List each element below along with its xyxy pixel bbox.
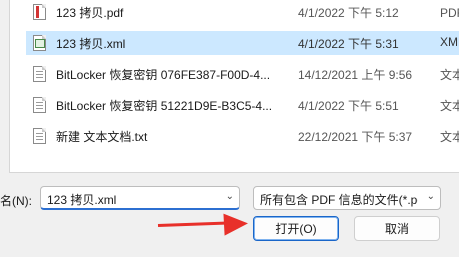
xml-file-icon	[33, 35, 46, 51]
file-row-bitlocker-2[interactable]: BitLocker 恢复密钥 51221D9E-B3C5-4... 4/1/20…	[26, 93, 459, 117]
file-type: XML	[440, 35, 459, 49]
chevron-down-icon[interactable]: ⌄	[427, 191, 435, 202]
file-name: BitLocker 恢复密钥 076FE387-F00D-4...	[56, 68, 271, 82]
file-name: BitLocker 恢复密钥 51221D9E-B3C5-4...	[56, 99, 273, 113]
file-type: PDF 文	[440, 6, 459, 20]
filename-value: 123 拷贝.xml	[47, 193, 117, 207]
filter-value: 所有包含 PDF 信息的文件(*.pd	[260, 193, 418, 207]
file-date: 14/12/2021 上午 9:56	[298, 68, 413, 82]
file-type: 文本文	[440, 68, 459, 82]
file-row-bitlocker-1[interactable]: BitLocker 恢复密钥 076FE387-F00D-4... 14/12/…	[26, 62, 459, 86]
file-date: 22/12/2021 下午 5:37	[298, 130, 413, 144]
file-name: 123 拷贝.xml	[56, 37, 126, 51]
file-type: 文本文	[440, 99, 459, 113]
text-file-icon	[33, 66, 46, 82]
file-name: 新建 文本文档.txt	[56, 130, 148, 144]
filename-input[interactable]: 123 拷贝.xml ⌄	[40, 186, 240, 210]
file-type: 文本文	[440, 130, 459, 144]
annotation-arrow-icon	[157, 221, 229, 227]
file-list[interactable]: 123 拷贝.pdf 4/1/2022 下午 5:12 PDF 文 123 拷贝…	[9, 0, 459, 173]
cancel-button[interactable]: 取消	[354, 216, 440, 241]
annotation-arrow-head-icon	[223, 212, 249, 236]
file-type-filter-select[interactable]: 所有包含 PDF 信息的文件(*.pd ⌄	[253, 186, 441, 210]
file-row-txt[interactable]: 新建 文本文档.txt 22/12/2021 下午 5:37 文本文	[26, 124, 459, 148]
file-row-pdf[interactable]: 123 拷贝.pdf 4/1/2022 下午 5:12 PDF 文	[26, 0, 459, 24]
open-button[interactable]: 打开(O)	[253, 216, 339, 241]
filename-label: 名(N):	[0, 194, 32, 208]
file-date: 4/1/2022 下午 5:31	[298, 37, 399, 51]
file-date: 4/1/2022 下午 5:12	[298, 6, 399, 20]
pdf-file-icon	[33, 4, 46, 20]
file-date: 4/1/2022 下午 5:51	[298, 99, 399, 113]
file-name: 123 拷贝.pdf	[56, 6, 124, 20]
text-file-icon	[33, 97, 46, 113]
chevron-down-icon[interactable]: ⌄	[226, 191, 234, 202]
file-row-xml[interactable]: 123 拷贝.xml 4/1/2022 下午 5:31 XML	[26, 31, 459, 55]
text-file-icon	[33, 128, 46, 144]
